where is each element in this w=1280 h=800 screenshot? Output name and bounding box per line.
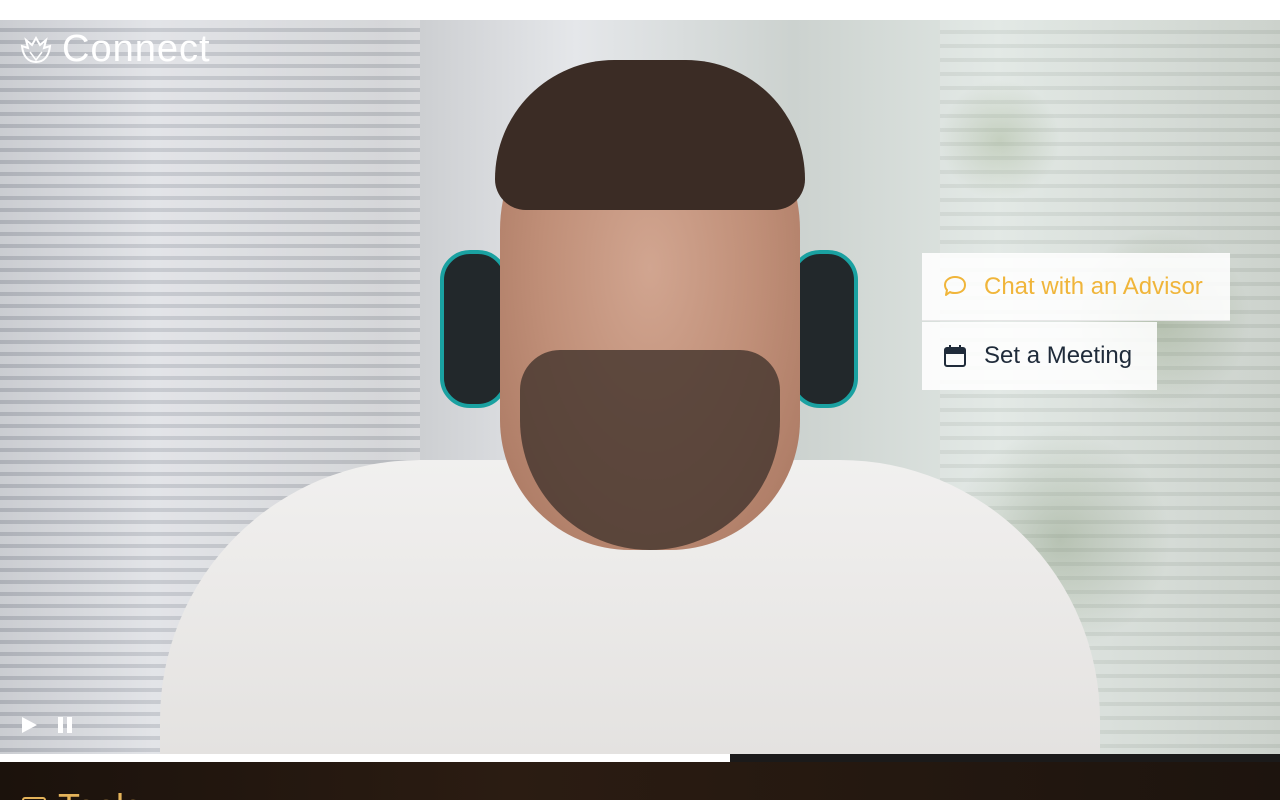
shell-logo-icon xyxy=(20,35,52,63)
bottom-panel: Tools xyxy=(0,762,1280,800)
bottom-heading: Tools xyxy=(20,786,142,800)
set-a-meeting-button[interactable]: Set a Meeting xyxy=(922,322,1157,390)
video-hero[interactable] xyxy=(0,20,1280,762)
bottom-heading-text: Tools xyxy=(58,786,142,800)
play-icon[interactable] xyxy=(18,714,40,736)
video-progress-bar[interactable] xyxy=(0,754,1280,762)
pause-icon[interactable] xyxy=(54,714,76,736)
brand[interactable]: Connect xyxy=(20,28,211,71)
set-a-meeting-label: Set a Meeting xyxy=(984,342,1133,369)
headphone-right xyxy=(790,250,858,408)
chat-with-advisor-button[interactable]: Chat with an Advisor xyxy=(922,253,1230,321)
video-progress-fill xyxy=(0,754,730,762)
document-icon xyxy=(22,797,46,800)
chat-with-advisor-label: Chat with an Advisor xyxy=(984,272,1203,300)
brand-title: Connect xyxy=(62,28,211,70)
chat-bubble-icon xyxy=(944,275,966,296)
video-controls xyxy=(18,714,76,736)
action-buttons: Chat with an Advisor Set a Meeting xyxy=(922,253,1230,390)
top-white-bar xyxy=(0,0,1280,20)
calendar-icon xyxy=(944,345,966,367)
person-hair xyxy=(495,60,805,210)
headphone-left xyxy=(440,250,508,408)
